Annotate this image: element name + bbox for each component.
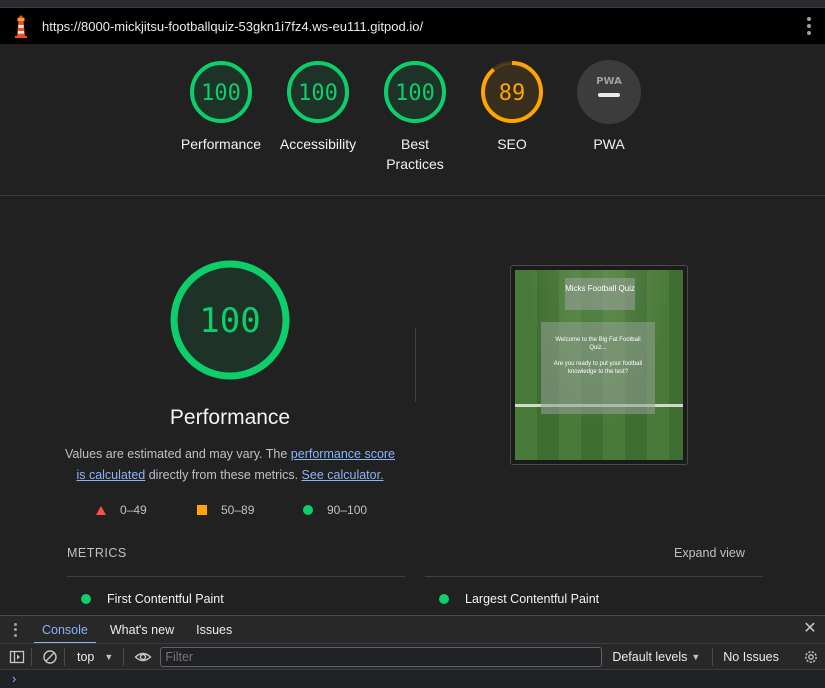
pwa-badge-text: PWA bbox=[596, 76, 622, 87]
context-selector[interactable]: top ▼ bbox=[77, 650, 113, 664]
legend-pass: 90–100 bbox=[303, 502, 367, 518]
square-icon bbox=[197, 505, 207, 515]
gauge-performance[interactable]: 100 Performance bbox=[173, 60, 269, 154]
gauge-value: 100 bbox=[298, 81, 338, 106]
performance-title: Performance bbox=[169, 406, 291, 429]
gauge-seo[interactable]: 89 SEO bbox=[464, 60, 560, 154]
expand-view-toggle[interactable]: Expand view bbox=[674, 546, 745, 560]
performance-description: Values are estimated and may vary. The p… bbox=[60, 444, 400, 486]
performance-big-gauge: 100 bbox=[170, 260, 290, 380]
close-drawer-icon[interactable]: ✕ bbox=[803, 621, 817, 637]
final-screenshot[interactable]: Micks Football Quiz Welcome to the Big F… bbox=[510, 265, 688, 465]
lighthouse-report: 100 Performance 100 Accessibility 100 Be… bbox=[0, 44, 825, 615]
more-options-icon[interactable] bbox=[807, 17, 811, 35]
issues-counter[interactable]: No Issues bbox=[712, 647, 779, 666]
legend-range: 90–100 bbox=[327, 503, 368, 517]
screenshot-question: Are you ready to put your football knowl… bbox=[553, 361, 643, 375]
gauge-value: 100 bbox=[201, 81, 241, 106]
gauge-label: Accessibility bbox=[279, 136, 357, 152]
legend-range: 0–49 bbox=[120, 503, 147, 517]
pwa-badge-icon: PWA bbox=[577, 60, 641, 124]
desc-text: directly from these metrics. bbox=[145, 468, 302, 482]
tab-whats-new[interactable]: What's new bbox=[102, 616, 182, 644]
console-toolbar: top ▼ Default levels ▼ No Issues bbox=[0, 643, 825, 670]
gauge-best-practices[interactable]: 100 Best Practices bbox=[367, 60, 463, 174]
gear-icon[interactable] bbox=[803, 649, 819, 665]
devtools-drawer-tabs: Console What's new Issues ✕ bbox=[0, 615, 825, 644]
metrics-heading: METRICS bbox=[67, 546, 127, 560]
desc-text: Values are estimated and may vary. The bbox=[64, 447, 291, 461]
pass-circle-icon bbox=[81, 594, 91, 604]
gauge-ring: 100 bbox=[190, 61, 252, 123]
console-prompt[interactable]: › bbox=[0, 671, 825, 688]
metric-label: First Contentful Paint bbox=[107, 592, 224, 606]
chevron-down-icon: ▼ bbox=[104, 651, 114, 662]
gauge-value: 89 bbox=[499, 81, 526, 106]
tab-console[interactable]: Console bbox=[34, 616, 96, 644]
lighthouse-icon bbox=[15, 15, 27, 38]
gauge-ring: 100 bbox=[384, 61, 446, 123]
gauge-pwa[interactable]: PWA PWA bbox=[561, 60, 657, 154]
see-calculator-link[interactable]: See calculator. bbox=[302, 468, 384, 482]
performance-score: 100 bbox=[199, 301, 260, 341]
gauge-ring: 100 bbox=[287, 61, 349, 123]
triangle-icon bbox=[96, 505, 106, 515]
metric-largest-contentful-paint: Largest Contentful Paint bbox=[439, 592, 599, 606]
screenshot-heading: Micks Football Quiz bbox=[565, 278, 635, 310]
context-value: top bbox=[77, 649, 95, 664]
drawer-menu-icon[interactable] bbox=[14, 622, 18, 637]
browser-tab-strip bbox=[0, 0, 825, 8]
gauge-accessibility[interactable]: 100 Accessibility bbox=[270, 60, 366, 154]
screenshot-image: Micks Football Quiz Welcome to the Big F… bbox=[515, 270, 683, 460]
page-url[interactable]: https://8000-mickjitsu-footballquiz-53gk… bbox=[42, 19, 423, 34]
metric-separator bbox=[67, 576, 405, 577]
legend-fail: 0–49 bbox=[96, 502, 147, 518]
clear-console-icon[interactable] bbox=[42, 649, 58, 665]
metric-label: Largest Contentful Paint bbox=[465, 592, 600, 606]
screenshot-welcome-box: Welcome to the Big Fat Football Quiz... … bbox=[541, 322, 655, 414]
gauge-label: Best Practices bbox=[386, 136, 444, 172]
pass-circle-icon bbox=[439, 594, 449, 604]
metric-first-contentful-paint: First Contentful Paint bbox=[81, 592, 224, 606]
metric-separator bbox=[425, 576, 763, 577]
gauge-label: Performance bbox=[180, 136, 262, 152]
prompt-chevron-icon: › bbox=[12, 671, 17, 686]
filter-input[interactable] bbox=[160, 646, 603, 667]
chevron-down-icon: ▼ bbox=[691, 651, 701, 662]
gauge-ring: 89 bbox=[481, 61, 543, 123]
levels-value: Default levels bbox=[612, 649, 688, 664]
score-gauges: 100 Performance 100 Accessibility 100 Be… bbox=[0, 44, 825, 196]
divider bbox=[415, 328, 416, 402]
address-bar: https://8000-mickjitsu-footballquiz-53gk… bbox=[0, 8, 825, 44]
gauge-value: 100 bbox=[395, 81, 435, 106]
sidebar-toggle-icon[interactable] bbox=[9, 649, 25, 665]
eye-icon[interactable] bbox=[134, 649, 152, 665]
legend-average: 50–89 bbox=[197, 502, 254, 518]
circle-icon bbox=[303, 505, 313, 515]
gauge-label: PWA bbox=[593, 136, 625, 152]
tab-issues[interactable]: Issues bbox=[188, 616, 240, 644]
legend-range: 50–89 bbox=[221, 503, 255, 517]
log-levels-dropdown[interactable]: Default levels ▼ bbox=[612, 650, 700, 664]
screenshot-welcome: Welcome to the Big Fat Football Quiz... bbox=[555, 337, 641, 351]
gauge-label: SEO bbox=[497, 136, 527, 152]
